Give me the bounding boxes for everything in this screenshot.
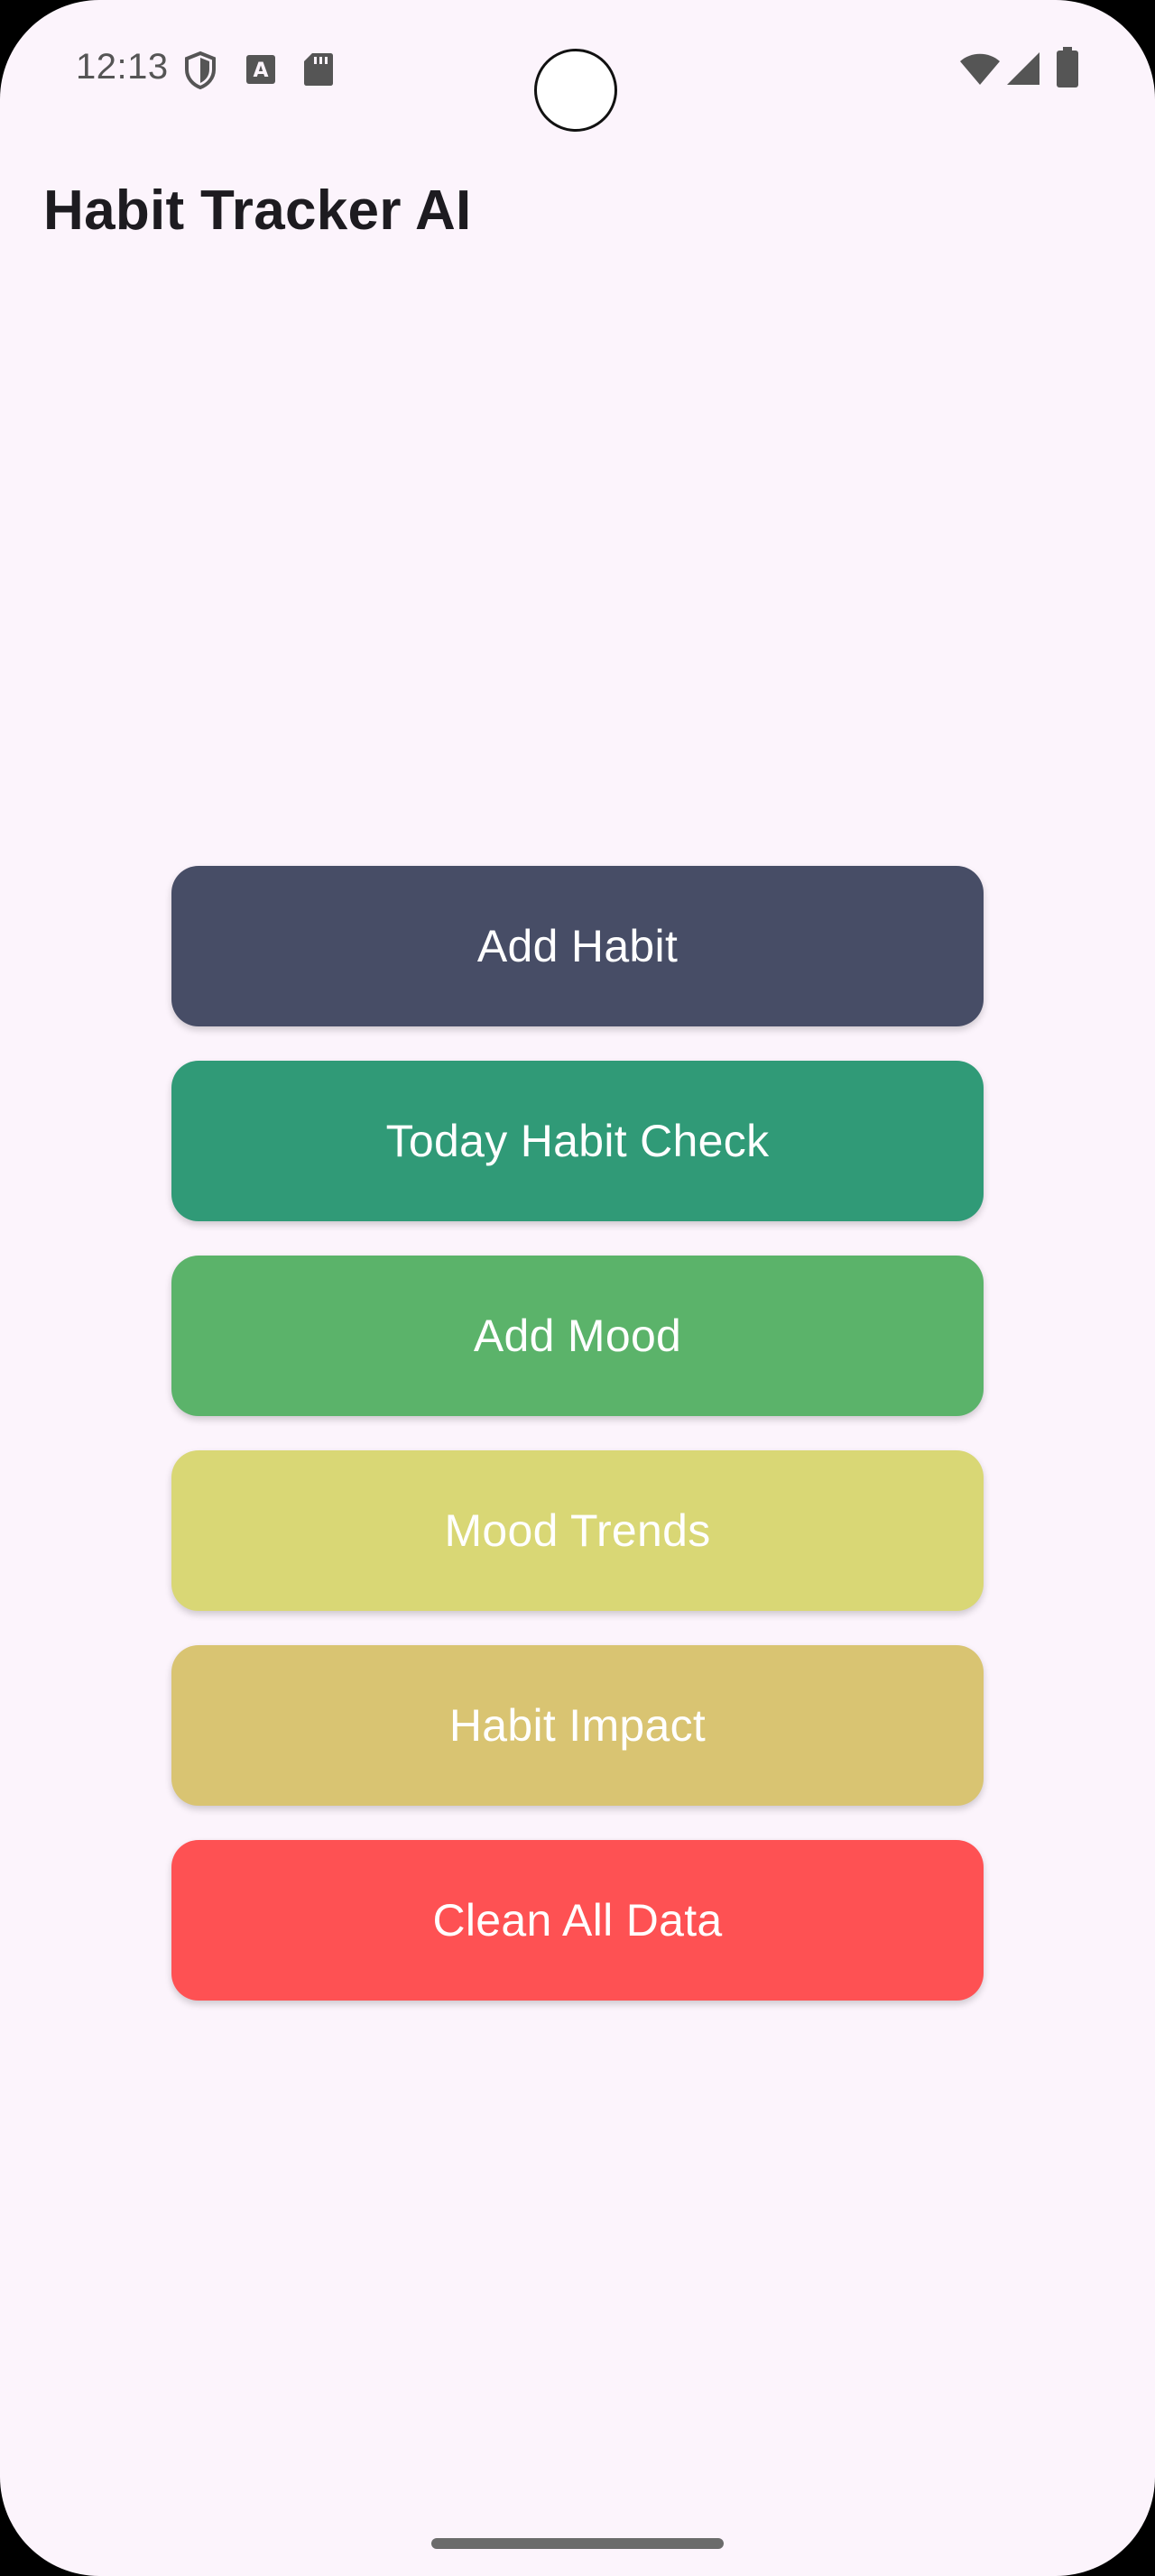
button-label: Mood Trends — [444, 1505, 711, 1556]
page-title: Habit Tracker AI — [43, 179, 472, 242]
button-label: Today Habit Check — [385, 1116, 770, 1166]
add-habit-button[interactable]: Add Habit — [171, 866, 984, 1026]
gesture-navigation-handle[interactable] — [431, 2538, 724, 2549]
status-time: 12:13 — [76, 47, 169, 87]
battery-icon — [1056, 47, 1079, 93]
action-button-list: Add Habit Today Habit Check Add Mood Moo… — [171, 866, 984, 2035]
habit-impact-button[interactable]: Habit Impact — [171, 1645, 984, 1806]
clean-all-data-button[interactable]: Clean All Data — [171, 1840, 984, 2001]
add-mood-button[interactable]: Add Mood — [171, 1256, 984, 1416]
text-a-icon: A — [245, 54, 276, 89]
shield-icon — [182, 51, 218, 95]
button-label: Clean All Data — [432, 1895, 723, 1946]
status-bar: 12:13 A — [0, 0, 1155, 135]
button-label: Add Mood — [473, 1311, 682, 1361]
button-label: Add Habit — [476, 921, 679, 971]
button-label: Habit Impact — [448, 1700, 707, 1751]
svg-text:A: A — [253, 60, 268, 82]
today-habit-check-button[interactable]: Today Habit Check — [171, 1061, 984, 1221]
mood-trends-button[interactable]: Mood Trends — [171, 1450, 984, 1611]
front-camera — [534, 49, 617, 132]
app-screen: 12:13 A Habit Tracker AI Add Habit Today… — [0, 0, 1155, 2576]
signal-icon — [1005, 51, 1041, 91]
wifi-icon — [958, 51, 1002, 91]
sd-card-icon — [303, 52, 334, 91]
